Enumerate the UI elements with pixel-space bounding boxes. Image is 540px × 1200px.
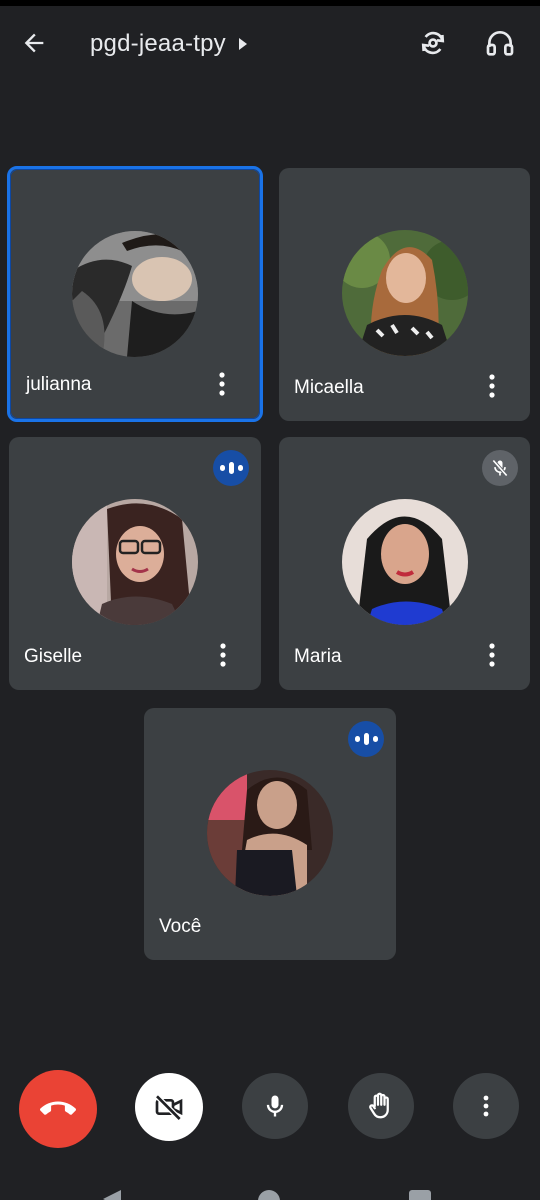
video-off-icon [155, 1094, 183, 1121]
raise-hand-button[interactable] [348, 1073, 414, 1139]
nav-back-icon[interactable] [103, 1190, 121, 1200]
participant-name: Maria [294, 646, 342, 667]
participant-tile-julianna[interactable]: julianna [7, 166, 263, 422]
participant-name: Micaella [294, 377, 364, 398]
participant-tile-maria[interactable]: Maria [279, 437, 530, 690]
participant-menu-button[interactable] [210, 370, 234, 398]
more-options-button[interactable] [453, 1073, 519, 1139]
participant-name: Você [159, 916, 202, 937]
mic-off-icon [482, 450, 518, 486]
participant-menu-button[interactable] [480, 372, 504, 400]
participant-tile-self[interactable]: Você [144, 708, 396, 960]
hang-up-button[interactable] [19, 1070, 97, 1148]
participant-tile-micaella[interactable]: Micaella [279, 168, 530, 421]
nav-recents-icon[interactable] [409, 1190, 431, 1200]
nav-home-icon[interactable] [258, 1190, 280, 1200]
audio-output-button[interactable] [478, 21, 522, 65]
avatar [72, 231, 198, 357]
microphone-toggle-button[interactable] [242, 1073, 308, 1139]
avatar [341, 499, 468, 625]
arrow-left-icon [24, 33, 44, 53]
participant-name: julianna [26, 374, 92, 395]
call-controls [0, 1064, 540, 1154]
status-bar [0, 0, 540, 6]
meeting-title[interactable]: pgd-jeaa-tpy [90, 28, 248, 60]
camera-toggle-button[interactable] [135, 1073, 203, 1141]
speaking-waveform-icon [213, 450, 249, 486]
participant-name: Giselle [24, 646, 83, 667]
vertical-dots-icon [219, 372, 225, 396]
headphones-icon [486, 31, 514, 56]
participant-tile-giselle[interactable]: Giselle [9, 437, 261, 690]
vertical-dots-icon [483, 1095, 489, 1117]
participant-menu-button[interactable] [480, 641, 504, 669]
participant-menu-button[interactable] [211, 641, 235, 669]
meeting-code: pgd-jeaa-tpy [90, 30, 226, 57]
vertical-dots-icon [220, 643, 226, 667]
camera-flip-icon [421, 31, 445, 55]
avatar [341, 230, 468, 356]
back-button[interactable] [12, 21, 56, 65]
triangle-right-icon [238, 38, 247, 50]
microphone-icon [266, 1095, 284, 1117]
avatar [72, 499, 198, 625]
top-app-bar: pgd-jeaa-tpy [0, 10, 540, 76]
system-navigation-bar [0, 1180, 540, 1200]
vertical-dots-icon [489, 643, 495, 667]
vertical-dots-icon [489, 374, 495, 398]
phone-hangup-icon [40, 1101, 76, 1115]
camera-flip-button[interactable] [411, 21, 455, 65]
speaking-waveform-icon [348, 721, 384, 757]
hand-icon [369, 1092, 389, 1119]
avatar [207, 770, 333, 896]
